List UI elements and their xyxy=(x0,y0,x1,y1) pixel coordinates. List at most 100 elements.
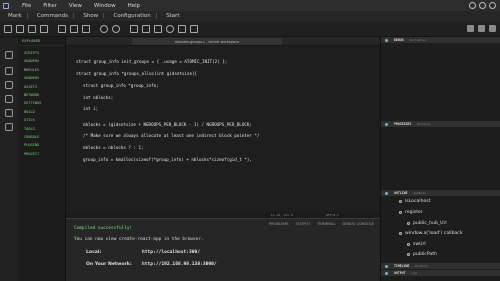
panel-tabs: PROBLEMS OUTPUT TERMINAL DEBUG CONSOLE xyxy=(269,222,374,226)
menu-bar: File Filter View Window Help xyxy=(0,0,500,11)
debug-icon[interactable] xyxy=(5,95,13,103)
network-url[interactable]: http://192.168.98.138:3000/ xyxy=(142,262,217,267)
symbol-icon xyxy=(399,211,402,214)
menu-filter[interactable]: Filter xyxy=(43,3,57,9)
code-line: struct group_info *groups_alloc(int gids… xyxy=(76,71,198,76)
outline-item[interactable]: isLocalhost xyxy=(399,199,431,204)
explorer-header: EXPLORER xyxy=(18,37,65,46)
remote-icon[interactable] xyxy=(5,123,13,131)
explorer-item[interactable]: SHADERS xyxy=(18,74,65,82)
explorer-item[interactable]: SCRIPTS xyxy=(18,49,65,57)
editor-tab-bar: allocate-groups.c - kernel workspace xyxy=(66,37,380,46)
explorer-item[interactable]: PROJECT xyxy=(18,150,65,158)
tab-debug-console[interactable]: DEBUG CONSOLE xyxy=(343,222,374,226)
search-icon[interactable] xyxy=(467,25,474,32)
section-header-output[interactable]: OUTPUT Log xyxy=(381,270,500,276)
outline-item[interactable]: swUrl xyxy=(407,242,426,247)
run-icon[interactable] xyxy=(130,24,138,33)
local-url[interactable]: http://localhost:300/ xyxy=(142,250,200,255)
outline-item[interactable]: publicPath xyxy=(407,252,437,257)
save-icon[interactable] xyxy=(28,24,36,33)
command-show[interactable]: Show xyxy=(83,13,98,19)
paste-icon[interactable] xyxy=(82,24,90,33)
code-editor[interactable]: struct group_info init_groups = { .usage… xyxy=(66,46,380,212)
command-configuration[interactable]: Configuration xyxy=(113,13,150,19)
terminal-icon[interactable] xyxy=(178,24,186,33)
outline-item[interactable]: public_hub_Url xyxy=(407,221,447,226)
section-title: OUTPUT xyxy=(394,271,406,275)
section-title: PROCESSES xyxy=(394,122,412,126)
tab-output[interactable]: OUTPUT xyxy=(296,222,311,226)
redo-icon[interactable] xyxy=(112,24,120,33)
terminal-success-message: Compiled successfully! xyxy=(74,226,133,231)
debug-icon[interactable] xyxy=(142,24,150,33)
terminal-panel: PROBLEMS OUTPUT TERMINAL DEBUG CONSOLE C… xyxy=(66,218,380,281)
undo-icon[interactable] xyxy=(100,24,108,33)
section-dot-icon xyxy=(385,122,388,126)
tab-problems[interactable]: PROBLEMS xyxy=(269,222,289,226)
cursor-position[interactable]: Ln 12, Col 4 xyxy=(271,213,293,217)
maximize-icon[interactable] xyxy=(479,2,486,9)
close-icon[interactable] xyxy=(489,2,496,9)
section-header-debug[interactable]: DEBUG Variables xyxy=(381,37,500,43)
code-line: struct group_info *group_info; xyxy=(83,83,159,88)
stop-icon[interactable] xyxy=(154,24,162,33)
files-icon[interactable] xyxy=(5,51,13,59)
code-line: int i; xyxy=(83,106,99,111)
encoding-status[interactable]: UTF-8 C xyxy=(326,213,339,217)
notifications-icon[interactable] xyxy=(489,25,496,32)
explorer-item[interactable]: UTILS xyxy=(18,116,65,124)
layout-icon[interactable] xyxy=(190,24,198,33)
minimize-icon[interactable] xyxy=(469,2,476,9)
explorer-item[interactable]: CONSOLE xyxy=(18,133,65,141)
outline-label: window.a('load') callback xyxy=(405,231,463,236)
section-subtitle: Symbols xyxy=(413,191,427,195)
symbol-icon xyxy=(399,200,402,203)
section-subtitle: Log xyxy=(411,271,417,275)
network-label: On Your Network: xyxy=(86,262,132,267)
explorer-item[interactable]: SETTINGS xyxy=(18,99,65,107)
outline-item[interactable]: window.a('load') callback xyxy=(399,231,462,236)
section-header-timeline[interactable]: TIMELINE History xyxy=(381,263,500,269)
menu-view[interactable]: View xyxy=(69,3,82,9)
user-icon[interactable] xyxy=(478,25,485,32)
command-commands[interactable]: Commands xyxy=(37,13,68,19)
explorer-item[interactable]: TOOLS xyxy=(18,125,65,133)
open-folder-icon[interactable] xyxy=(16,24,24,33)
save-all-icon[interactable] xyxy=(40,24,48,33)
search-icon[interactable] xyxy=(5,67,13,75)
command-start[interactable]: Start xyxy=(166,13,179,19)
cut-icon[interactable] xyxy=(58,24,66,33)
section-header-processes[interactable]: PROCESSES Running xyxy=(381,121,500,127)
symbol-icon xyxy=(407,253,410,256)
outline-item[interactable]: register xyxy=(399,210,423,215)
editor-tab-active[interactable]: allocate-groups.c - kernel workspace xyxy=(132,38,282,45)
explorer-item[interactable]: SHADERS xyxy=(18,57,65,65)
section-header-outline[interactable]: OUTLINE Symbols xyxy=(381,190,500,196)
menu-window[interactable]: Window xyxy=(94,3,116,9)
outline-label: publicPath xyxy=(413,252,437,257)
section-subtitle: History xyxy=(415,264,429,268)
section-dot-icon xyxy=(385,191,388,195)
section-dot-icon xyxy=(385,38,388,42)
explorer-item[interactable]: MODULES xyxy=(18,66,65,74)
menu-help[interactable]: Help xyxy=(128,3,141,9)
toolbar xyxy=(0,21,500,37)
app-logo-icon[interactable] xyxy=(0,0,12,11)
separator: | xyxy=(102,13,106,19)
explorer-item[interactable]: PLUGINS xyxy=(18,141,65,149)
settings-icon[interactable] xyxy=(166,24,174,33)
new-file-icon[interactable] xyxy=(4,24,12,33)
menu-file[interactable]: File xyxy=(22,3,31,9)
explorer-item[interactable]: BUILD xyxy=(18,108,65,116)
section-subtitle: Variables xyxy=(409,38,426,42)
tab-terminal[interactable]: TERMINAL xyxy=(317,222,335,226)
copy-icon[interactable] xyxy=(70,24,78,33)
extensions-icon[interactable] xyxy=(5,109,13,117)
command-mark[interactable]: Mark xyxy=(8,13,22,19)
explorer-item[interactable]: ASSETS xyxy=(18,83,65,91)
source-control-icon[interactable] xyxy=(5,81,13,89)
outline-label: public_hub_Url xyxy=(413,221,447,226)
separator: | xyxy=(25,13,29,19)
explorer-item[interactable]: NETWORK xyxy=(18,91,65,99)
